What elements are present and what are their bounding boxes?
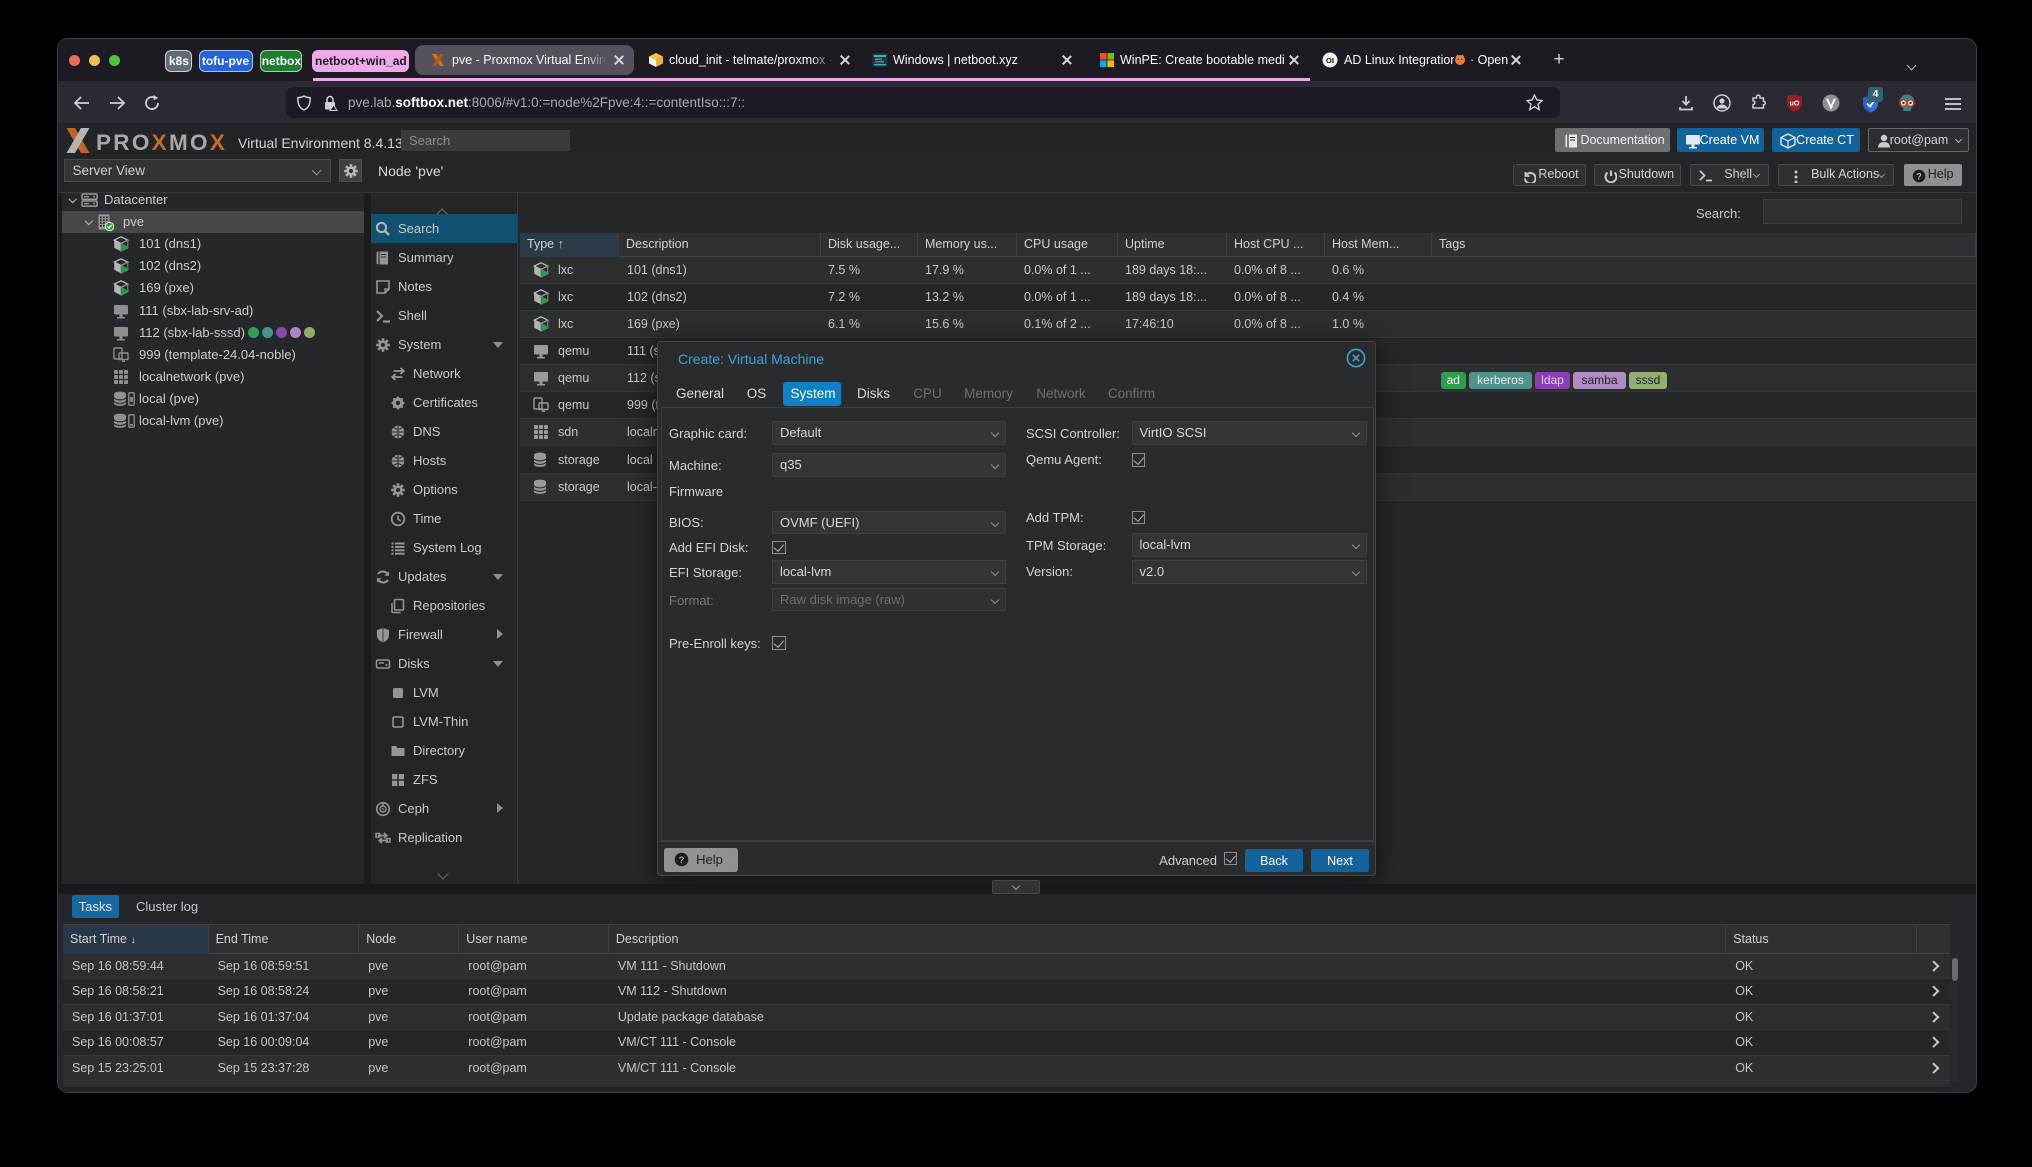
svg-text:?: ?	[1916, 171, 1922, 181]
svg-text:uO: uO	[1790, 100, 1800, 107]
svg-text:?: ?	[678, 855, 684, 866]
svg-text:OI: OI	[1326, 56, 1334, 65]
